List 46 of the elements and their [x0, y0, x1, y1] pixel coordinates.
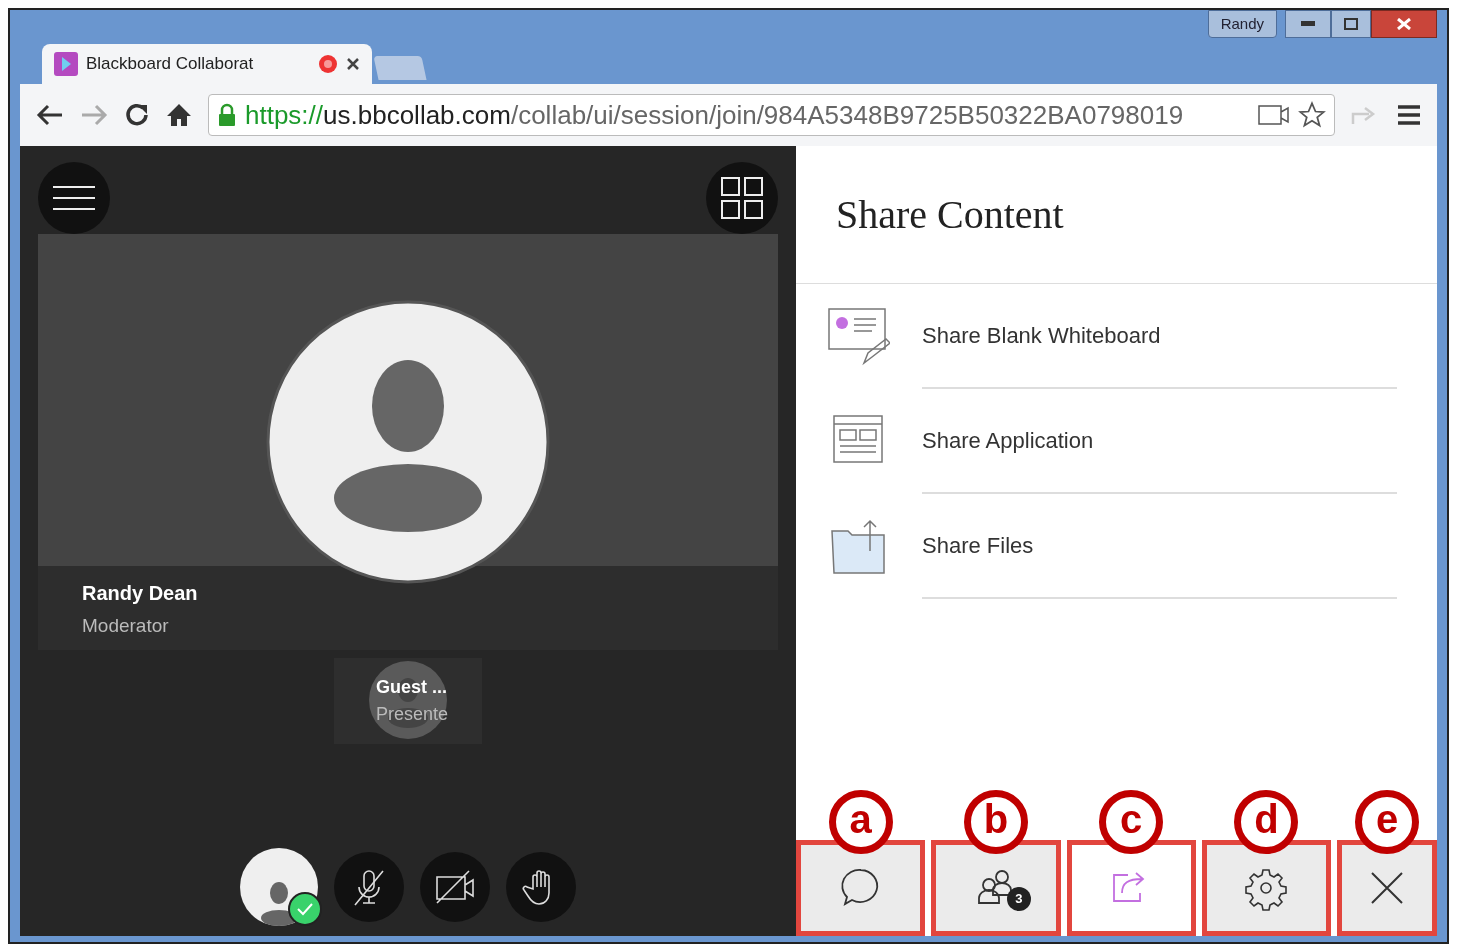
close-window-button[interactable] [1371, 10, 1437, 38]
camera-icon [1258, 104, 1290, 126]
participant-role: Presente [376, 703, 450, 726]
presenter-name: Randy Dean [82, 581, 199, 606]
maximize-button[interactable] [1331, 10, 1371, 38]
minimize-icon [1301, 21, 1315, 27]
profile-button[interactable]: Randy [1207, 10, 1277, 38]
share-option[interactable]: Share Files [796, 494, 1437, 599]
participant-name: Guest ... [376, 676, 448, 699]
browser-tab[interactable]: Blackboard Collaborat [42, 44, 372, 84]
recording-icon [318, 54, 338, 74]
home-icon[interactable] [166, 102, 192, 128]
annotation-label: d [1234, 790, 1299, 854]
person-avatar-icon [266, 300, 550, 584]
grid-icon [721, 177, 763, 219]
annotation-label: c [1099, 790, 1164, 854]
annotation-label: b [963, 790, 1028, 854]
tab-title: Blackboard Collaborat [86, 53, 255, 76]
close-tab-icon[interactable] [346, 57, 360, 71]
maximize-icon [1344, 18, 1358, 30]
annotation-label: e [1355, 790, 1419, 854]
panel-tab[interactable]: 3 [931, 840, 1061, 936]
participant-thumbnail[interactable]: Guest ... Presente [334, 658, 482, 744]
presenter-role: Moderator [82, 614, 170, 638]
count-badge: 3 [1006, 887, 1031, 911]
url-text: https://us.bbcollab.com/collab/ui/session/join/984A5348B9725B50322BA0798019 [245, 98, 1185, 132]
minimize-button[interactable] [1285, 10, 1331, 38]
panel-tab[interactable] [796, 840, 926, 936]
address-field[interactable]: https://us.bbcollab.com/collab/ui/session/join/984A5348B9725B50322BA0798019 [208, 94, 1335, 136]
panel-title: Share Content [836, 190, 1064, 239]
back-icon[interactable] [36, 103, 64, 127]
share-option[interactable]: Share Application [796, 389, 1437, 494]
panel-tab[interactable] [1066, 840, 1196, 936]
reload-icon[interactable] [124, 102, 150, 128]
person-avatar-icon [368, 660, 448, 740]
checkmark-icon [288, 892, 322, 926]
star-icon[interactable] [1298, 101, 1326, 129]
share-option[interactable]: Share Blank Whiteboard [796, 284, 1437, 389]
menu-icon [53, 185, 95, 211]
logo-icon [54, 52, 78, 76]
panel-tab[interactable] [1201, 840, 1331, 936]
annotation-label: a [828, 790, 893, 854]
close-icon [1397, 18, 1411, 30]
lock-icon [217, 103, 237, 127]
panel-tab[interactable] [1337, 840, 1437, 936]
menu-icon[interactable] [1397, 104, 1421, 126]
